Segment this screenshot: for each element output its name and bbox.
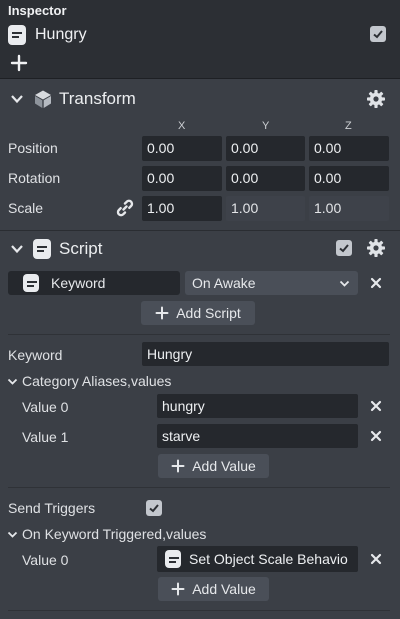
transform-title: Transform <box>59 89 136 108</box>
plus-icon[interactable] <box>10 54 28 72</box>
gear-icon[interactable] <box>366 238 386 258</box>
divider <box>8 610 390 611</box>
scale-z-field: 1.00 <box>309 196 389 221</box>
aliases-label[interactable]: Category Aliases,values <box>22 373 171 389</box>
add-alias-value-button[interactable]: Add Value <box>158 454 269 478</box>
script-asset-field[interactable]: Keyword <box>8 271 180 295</box>
link-icon[interactable] <box>116 199 134 217</box>
axis-x-label: X <box>178 120 186 132</box>
keyword-input[interactable]: Hungry <box>142 342 389 366</box>
divider <box>8 334 390 335</box>
position-z-field[interactable]: 0.00 <box>309 136 389 161</box>
chevron-down-icon[interactable] <box>10 242 24 256</box>
script-object-icon <box>8 25 26 45</box>
add-value-label: Add Value <box>192 458 256 474</box>
script-title: Script <box>59 239 103 258</box>
script-asset-icon <box>165 550 181 568</box>
object-row: Hungry <box>8 25 87 45</box>
close-icon[interactable] <box>370 430 382 442</box>
transform-header[interactable]: Transform <box>0 80 400 118</box>
scale-x-field[interactable]: 1.00 <box>142 196 222 221</box>
position-y-field[interactable]: 0.00 <box>226 136 305 161</box>
chevron-down-icon[interactable] <box>7 376 18 387</box>
object-enabled-checkbox[interactable] <box>370 26 386 42</box>
alias-1-label: Value 1 <box>22 429 69 445</box>
triggered-0-value: Set Object Scale Behavio <box>189 550 348 567</box>
send-triggers-label: Send Triggers <box>8 500 96 516</box>
script-asset-icon <box>23 274 39 292</box>
event-dropdown-value: On Awake <box>192 275 256 291</box>
panel-title: Inspector <box>8 3 67 18</box>
chevron-down-icon <box>339 280 350 287</box>
position-label: Position <box>8 140 58 156</box>
divider <box>8 487 390 488</box>
checkmark-icon <box>373 30 383 39</box>
object-name[interactable]: Hungry <box>35 26 87 44</box>
checkmark-icon <box>149 504 159 513</box>
axis-z-label: Z <box>345 120 352 132</box>
position-x-field[interactable]: 0.00 <box>142 136 222 161</box>
send-triggers-checkbox[interactable] <box>146 500 162 516</box>
triggered-0-field[interactable]: Set Object Scale Behavio <box>157 546 358 572</box>
alias-0-label: Value 0 <box>22 399 69 415</box>
add-value-label: Add Value <box>192 581 256 597</box>
script-enabled-checkbox[interactable] <box>336 240 352 256</box>
inspector-header: Inspector Hungry <box>0 0 400 79</box>
script-icon <box>33 239 51 259</box>
event-dropdown[interactable]: On Awake <box>185 271 358 295</box>
close-icon[interactable] <box>370 553 382 565</box>
close-icon[interactable] <box>370 277 382 289</box>
plus-icon <box>171 582 185 596</box>
add-script-button[interactable]: Add Script <box>141 301 255 325</box>
add-trigger-value-button[interactable]: Add Value <box>158 577 269 601</box>
rotation-z-field[interactable]: 0.00 <box>309 166 389 191</box>
axis-y-label: Y <box>262 120 270 132</box>
plus-icon <box>171 459 185 473</box>
inspector-panel: Inspector Hungry Transform X Y Z Positio… <box>0 0 400 619</box>
rotation-y-field[interactable]: 0.00 <box>226 166 305 191</box>
keyword-label: Keyword <box>8 347 63 363</box>
script-asset-name: Keyword <box>51 275 106 291</box>
scale-y-field: 1.00 <box>226 196 305 221</box>
gear-icon[interactable] <box>366 89 386 109</box>
plus-icon <box>155 306 169 320</box>
chevron-down-icon[interactable] <box>7 529 18 540</box>
close-icon[interactable] <box>370 400 382 412</box>
triggered-label[interactable]: On Keyword Triggered,values <box>22 526 206 542</box>
triggered-0-label: Value 0 <box>22 552 69 568</box>
chevron-down-icon[interactable] <box>10 92 24 106</box>
rotation-x-field[interactable]: 0.00 <box>142 166 222 191</box>
checkmark-icon <box>339 244 349 253</box>
scale-label: Scale <box>8 200 44 216</box>
rotation-label: Rotation <box>8 170 61 186</box>
add-script-label: Add Script <box>176 305 241 321</box>
cube-icon <box>35 90 51 108</box>
alias-1-input[interactable]: starve <box>157 424 358 448</box>
alias-0-input[interactable]: hungry <box>157 394 358 418</box>
